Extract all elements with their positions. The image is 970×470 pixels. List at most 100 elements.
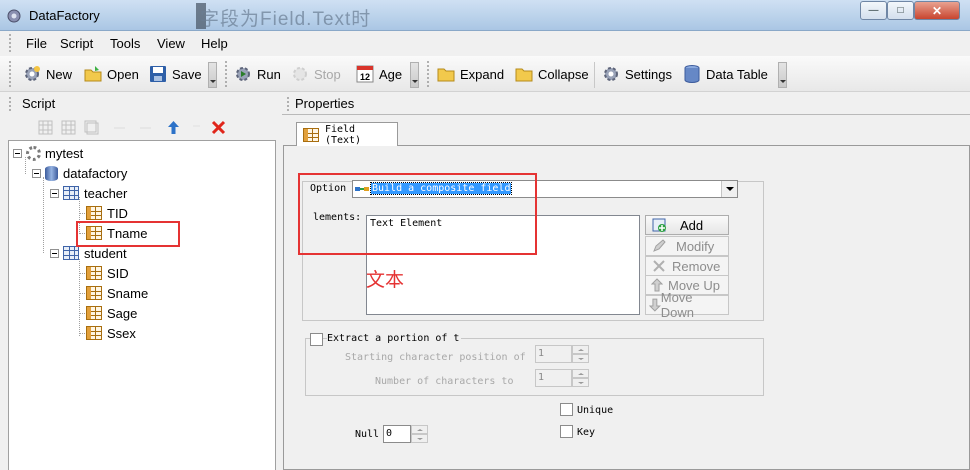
svg-text:12: 12 — [360, 72, 370, 82]
remove-button[interactable]: Remove — [645, 256, 729, 276]
collapse-toggle-icon[interactable] — [13, 148, 22, 158]
tree-node-field-sage[interactable]: Sage — [86, 303, 137, 323]
toolbar-overflow-1[interactable] — [208, 62, 217, 88]
null-spinner[interactable]: 0 — [383, 425, 429, 443]
expand-button[interactable]: Expand — [436, 62, 504, 86]
script-gear-icon — [26, 145, 41, 161]
menu-file[interactable]: File — [26, 36, 47, 51]
table-icon — [63, 186, 79, 200]
tree-connector — [43, 177, 44, 253]
tree-node-database[interactable]: datafactory — [32, 163, 127, 183]
spin-down-icon[interactable] — [411, 434, 428, 443]
toolbar-grip-3[interactable] — [426, 60, 430, 88]
field-icon — [86, 286, 102, 300]
script-tree[interactable]: mytest datafactory teacher TID Tname stu… — [8, 140, 276, 470]
tree-node-field-ssex[interactable]: Ssex — [86, 323, 136, 343]
blank-icon-2[interactable] — [138, 120, 153, 135]
properties-panel-grip[interactable] — [286, 96, 290, 112]
spin-down-icon[interactable] — [572, 354, 589, 363]
field-icon — [86, 306, 102, 320]
database-icon — [684, 65, 700, 84]
minimize-button[interactable]: — — [860, 1, 887, 20]
field-icon — [86, 206, 102, 220]
modify-button[interactable]: Modify — [645, 236, 729, 256]
unique-checkbox[interactable] — [560, 403, 573, 416]
open-button[interactable]: Open — [83, 62, 139, 86]
folder-collapse-icon — [515, 68, 533, 82]
age-button-label: Age — [379, 66, 403, 82]
script-panel-title: Script — [22, 96, 56, 111]
collapse-toggle-icon[interactable] — [50, 248, 59, 258]
menu-view[interactable]: View — [157, 36, 185, 51]
close-button[interactable]: ✕ — [914, 1, 960, 20]
char-count-spinner[interactable]: 1 — [535, 369, 591, 387]
run-gear-icon — [236, 67, 250, 81]
background-overlay-text: 字段为Field.Text时 — [200, 9, 372, 30]
database-icon — [45, 165, 58, 181]
start-position-spinner[interactable]: 1 — [535, 345, 591, 363]
tree-node-label: TID — [107, 205, 128, 221]
chevron-down-icon[interactable] — [721, 181, 737, 197]
menu-bar: File Script Tools View Help — [0, 31, 970, 56]
char-count-label: Number of characters to — [375, 376, 514, 387]
gear-new-icon — [25, 66, 40, 81]
save-button[interactable]: Save — [148, 62, 202, 86]
run-button[interactable]: Run — [233, 62, 281, 86]
tree-node-label: teacher — [84, 185, 128, 201]
key-checkbox[interactable] — [560, 425, 573, 438]
new-button-label: New — [46, 66, 73, 82]
collapse-button[interactable]: Collapse — [514, 62, 589, 86]
arrow-down-icon[interactable] — [189, 120, 204, 135]
table-icon — [63, 246, 79, 260]
script-panel-grip[interactable] — [8, 96, 12, 112]
menu-tools[interactable]: Tools — [110, 36, 140, 51]
arrow-up-icon[interactable] — [166, 120, 181, 135]
collapse-toggle-icon[interactable] — [32, 168, 41, 178]
tree-node-label: Ssex — [107, 325, 136, 341]
age-button[interactable]: 12 Age — [355, 62, 402, 86]
toolbar-overflow-3[interactable] — [778, 62, 787, 88]
start-position-value[interactable]: 1 — [535, 345, 572, 363]
spin-up-icon[interactable] — [572, 345, 589, 354]
spin-down-icon[interactable] — [572, 378, 589, 387]
move-down-button-label: Move Down — [660, 290, 694, 320]
char-count-value[interactable]: 1 — [535, 369, 572, 387]
new-button[interactable]: New — [22, 62, 72, 86]
grid-icon-1[interactable] — [38, 120, 53, 135]
spin-up-icon[interactable] — [572, 369, 589, 378]
data-table-button[interactable]: Data Table — [682, 62, 768, 86]
tab-field-text[interactable]: Field (Text) — [296, 122, 398, 146]
tree-node-table-teacher[interactable]: teacher — [50, 183, 127, 203]
collapse-toggle-icon[interactable] — [50, 188, 59, 198]
annotation-highlight-option — [298, 173, 537, 255]
grid-icon-3[interactable] — [84, 120, 99, 135]
toolbar-grip[interactable] — [8, 60, 12, 88]
tree-node-field-sid[interactable]: SID — [86, 263, 129, 283]
tree-node-root[interactable]: mytest — [13, 143, 83, 163]
add-button-label: Add — [680, 217, 704, 233]
add-button[interactable]: Add — [645, 215, 729, 235]
settings-button[interactable]: Settings — [601, 62, 672, 86]
spin-up-icon[interactable] — [411, 425, 428, 434]
toolbar-separator — [594, 62, 595, 88]
menubar-grip[interactable] — [8, 33, 12, 53]
stop-button[interactable]: Stop — [290, 62, 341, 86]
menu-script[interactable]: Script — [60, 36, 93, 51]
grid-icon-2[interactable] — [61, 120, 76, 135]
start-position-label: Starting character position of — [345, 352, 526, 363]
delete-icon[interactable] — [211, 120, 226, 135]
toolbar-grip-2[interactable] — [224, 60, 228, 88]
null-value[interactable]: 0 — [383, 425, 411, 443]
menu-help[interactable]: Help — [201, 36, 228, 51]
extract-checkbox[interactable] — [310, 333, 323, 346]
maximize-button[interactable]: □ — [887, 1, 914, 20]
tree-node-field-sname[interactable]: Sname — [86, 283, 148, 303]
tree-node-field-tid[interactable]: TID — [86, 203, 128, 223]
toolbar-overflow-2[interactable] — [410, 62, 419, 88]
blank-icon-1[interactable] — [112, 120, 127, 135]
move-down-button[interactable]: Move Down — [645, 290, 729, 320]
settings-gear-icon — [604, 67, 618, 81]
toolbar: New Open Save Run Stop 12 Age Expand Col… — [0, 56, 970, 92]
save-disk-icon — [150, 66, 166, 82]
window-title: DataFactory — [29, 8, 100, 23]
